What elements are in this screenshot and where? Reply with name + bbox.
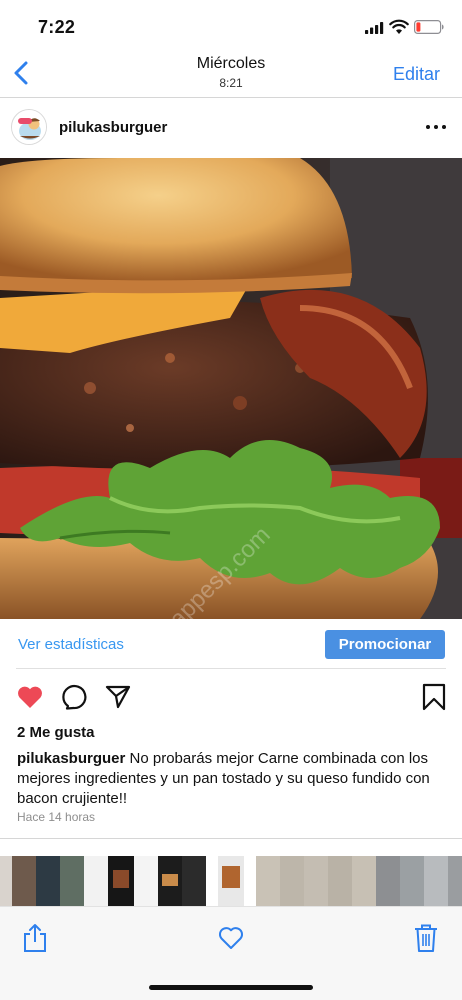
wifi-icon xyxy=(389,19,409,34)
view-insights-link[interactable]: Ver estadísticas xyxy=(18,636,124,653)
thumbnail-strip[interactable] xyxy=(0,856,462,906)
post-actions xyxy=(0,669,462,724)
battery-icon xyxy=(414,20,444,34)
burger-logo-icon xyxy=(12,110,46,144)
bookmark-icon[interactable] xyxy=(420,683,448,711)
heart-icon[interactable] xyxy=(218,923,244,953)
stats-row: Ver estadísticas Promocionar xyxy=(0,619,462,669)
like-count[interactable]: 2 Me gusta xyxy=(17,724,95,741)
heart-filled-icon[interactable] xyxy=(16,683,44,711)
avatar[interactable] xyxy=(11,109,47,145)
status-bar: 7:22 xyxy=(0,0,462,48)
thumbnail-images xyxy=(0,856,462,906)
post-caption: pilukasburguer No probarás mejor Carne c… xyxy=(17,749,447,809)
post-header: pilukasburguer xyxy=(0,99,462,158)
status-time: 7:22 xyxy=(38,17,76,37)
post-image[interactable]: mappesp.com xyxy=(0,158,462,619)
signal-icon xyxy=(365,22,384,34)
edit-button[interactable]: Editar xyxy=(393,64,440,85)
divider xyxy=(0,838,462,839)
trash-icon[interactable] xyxy=(413,923,439,953)
caption-username[interactable]: pilukasburguer xyxy=(17,750,125,767)
ellipsis-icon[interactable] xyxy=(424,119,448,135)
nav-bar: Miércoles 8:21 Editar xyxy=(0,48,462,98)
share-icon[interactable] xyxy=(104,683,132,711)
post-username[interactable]: pilukasburguer xyxy=(59,119,167,136)
share-icon[interactable] xyxy=(22,923,48,953)
home-indicator[interactable] xyxy=(149,985,313,990)
comment-icon[interactable] xyxy=(60,683,88,711)
post-timestamp: Hace 14 horas xyxy=(17,810,96,824)
promote-button[interactable]: Promocionar xyxy=(325,630,445,659)
